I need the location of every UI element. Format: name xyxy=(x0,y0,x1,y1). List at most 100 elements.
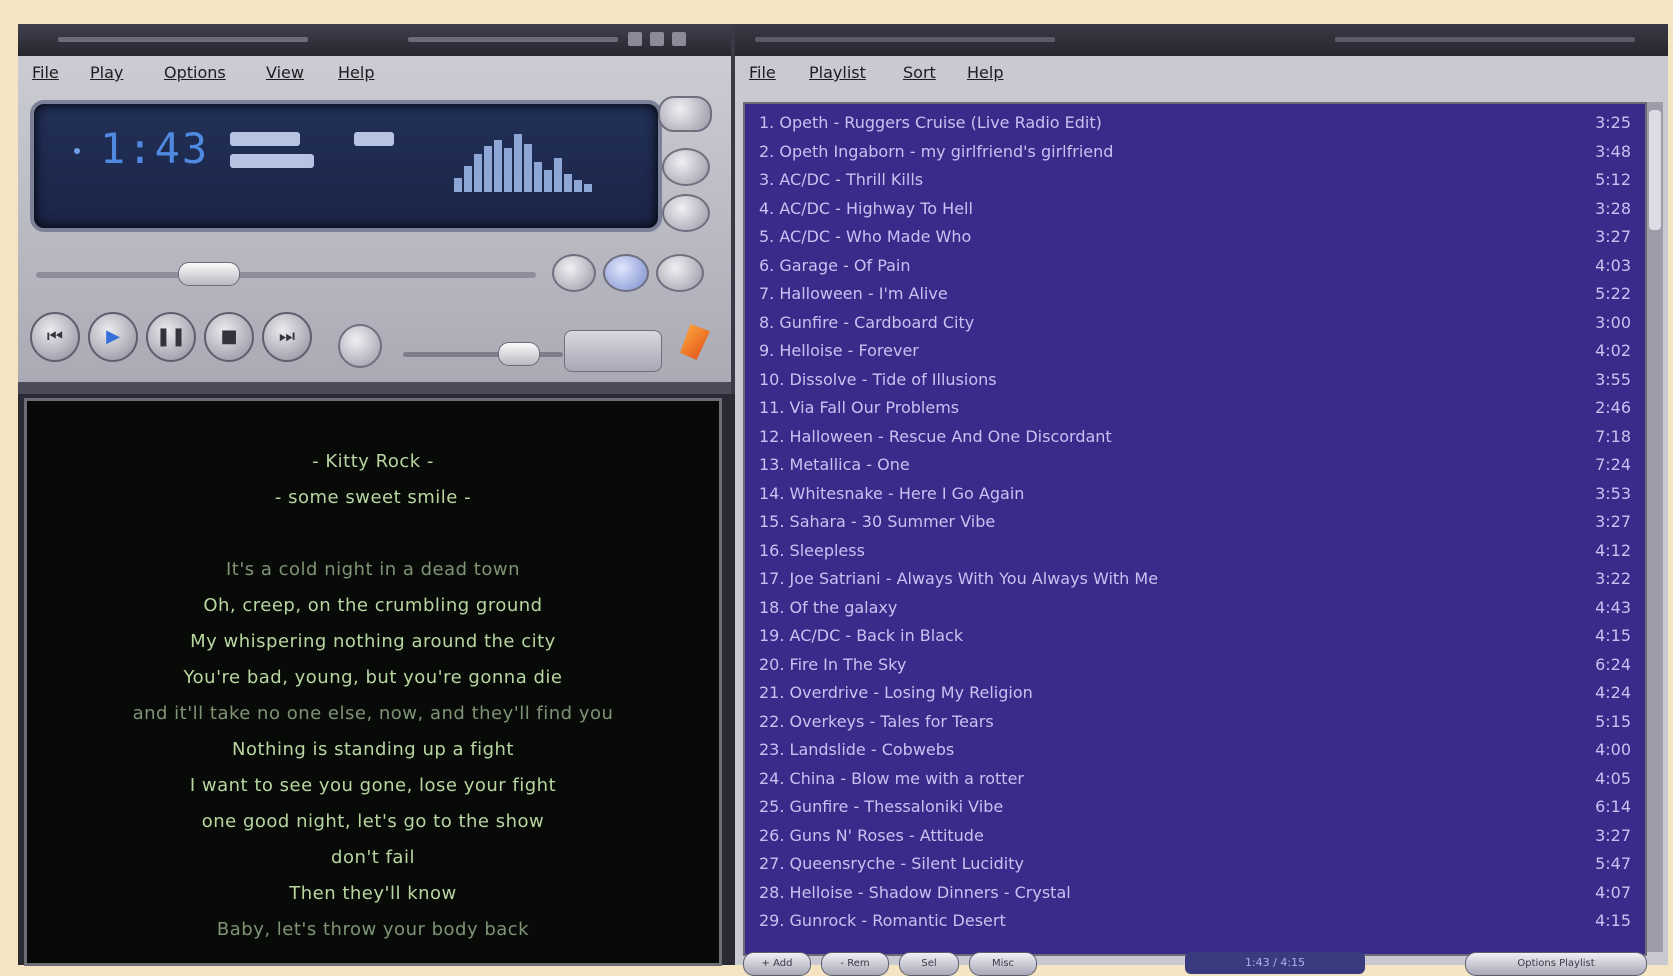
pl-menu-playlist[interactable]: Playlist xyxy=(809,63,866,82)
playlist-row[interactable]: 4. AC/DC - Highway To Hell 3:28 xyxy=(745,196,1645,224)
repeat-button[interactable] xyxy=(662,148,710,186)
pause-button[interactable]: ❚❚ xyxy=(146,312,196,362)
remove-button[interactable]: - Rem xyxy=(821,952,889,976)
playlist-row[interactable]: 20. Fire In The Sky 6:24 xyxy=(745,652,1645,680)
playlist-row[interactable]: 2. Opeth Ingaborn - my girlfriend's girl… xyxy=(745,139,1645,167)
pl-menu-sort[interactable]: Sort xyxy=(903,63,936,82)
list-options-button[interactable]: Options Playlist xyxy=(1465,952,1647,976)
playlist-row[interactable]: 7. Halloween - I'm Alive 5:22 xyxy=(745,281,1645,309)
menu-options[interactable]: Options xyxy=(164,63,226,82)
seek-knob[interactable] xyxy=(178,262,240,286)
menu-play[interactable]: Play xyxy=(90,63,123,82)
track-duration: 3:53 xyxy=(1595,483,1631,503)
shade-button[interactable] xyxy=(650,32,664,46)
playlist-row[interactable]: 5. AC/DC - Who Made Who 3:27 xyxy=(745,224,1645,252)
stereo-toggle[interactable] xyxy=(564,330,662,372)
playlist-row[interactable]: 16. Sleepless 4:12 xyxy=(745,538,1645,566)
track-duration: 2:46 xyxy=(1595,398,1631,417)
lyric-line: and it'll take no one else, now, and the… xyxy=(132,703,614,724)
track-duration: 3:55 xyxy=(1595,369,1631,389)
spectrum-visualizer[interactable] xyxy=(454,132,604,192)
prev-button[interactable]: ⏮ xyxy=(30,312,80,362)
lyric-line: Nothing is standing up a fight xyxy=(232,739,514,760)
menu-file[interactable]: File xyxy=(32,63,59,82)
playlist-row[interactable]: 27. Queensryche - Silent Lucidity 5:47 xyxy=(745,851,1645,879)
playlist-scrollbar[interactable] xyxy=(1647,102,1663,952)
track-duration: 4:00 xyxy=(1595,740,1631,759)
playlist-row[interactable]: 24. China - Blow me with a rotter 4:05 xyxy=(745,766,1645,794)
minimize-button[interactable] xyxy=(628,32,642,46)
pl-menu-file[interactable]: File xyxy=(749,63,776,82)
playlist-row[interactable]: 28. Helloise - Shadow Dinners - Crystal 4… xyxy=(745,880,1645,908)
track-title: 25. Gunfire - Thessaloniki Vibe xyxy=(759,797,1004,816)
track-duration: 6:14 xyxy=(1595,797,1631,816)
track-duration: 3:28 xyxy=(1595,198,1631,218)
track-duration: 3:22 xyxy=(1595,569,1631,588)
playlist-row[interactable]: 9. Helloise - Forever 4:02 xyxy=(745,338,1645,366)
shuffle-button[interactable] xyxy=(658,96,712,132)
scroll-thumb[interactable] xyxy=(1649,110,1661,230)
playlist-row[interactable]: 29. Gunrock - Romantic Desert 4:15 xyxy=(745,908,1645,936)
playlist-row[interactable]: 19. AC/DC - Back in Black 4:15 xyxy=(745,623,1645,651)
playlist-row[interactable]: 14. Whitesnake - Here I Go Again 3:53 xyxy=(745,481,1645,509)
lcd-display: 1:43 xyxy=(30,100,662,232)
track-duration: 3:25 xyxy=(1595,113,1631,132)
track-duration: 7:18 xyxy=(1595,426,1631,446)
playlist-row[interactable]: 1. Opeth - Ruggers Cruise (Live Radio Ed… xyxy=(745,110,1645,138)
track-duration: 4:43 xyxy=(1595,597,1631,617)
track-title: 12. Halloween - Rescue And One Discordan… xyxy=(759,426,1112,446)
player-titlebar[interactable] xyxy=(18,24,731,56)
playlist-row[interactable]: 11. Via Fall Our Problems 2:46 xyxy=(745,395,1645,423)
track-duration: 3:27 xyxy=(1595,512,1631,531)
lyric-line: - some sweet smile - xyxy=(274,487,472,508)
playlist-row[interactable]: 18. Of the galaxy 4:43 xyxy=(745,595,1645,623)
playlist-row[interactable]: 17. Joe Satriani - Always With You Alway… xyxy=(745,566,1645,594)
playlist-row[interactable]: 25. Gunfire - Thessaloniki Vibe 6:14 xyxy=(745,794,1645,822)
add-button[interactable]: + Add xyxy=(743,952,811,976)
elapsed-time[interactable]: 1:43 xyxy=(100,124,209,173)
next-button[interactable]: ⏭ xyxy=(262,312,312,362)
playlist-row[interactable]: 13. Metallica - One 7:24 xyxy=(745,452,1645,480)
playlist-row[interactable]: 8. Gunfire - Cardboard City 3:00 xyxy=(745,310,1645,338)
seek-bar[interactable] xyxy=(36,272,536,278)
lyric-line: It's a cold night in a dead town xyxy=(225,559,520,580)
lyric-line: don't fail xyxy=(331,847,415,868)
close-button[interactable] xyxy=(672,32,686,46)
track-title: 3. AC/DC - Thrill Kills xyxy=(759,170,924,189)
playlist-row[interactable]: 23. Landslide - Cobwebs 4:00 xyxy=(745,737,1645,765)
pl-menu-help[interactable]: Help xyxy=(967,63,1003,82)
playlist-window: File Playlist Sort Help 1. Opeth - Rugge… xyxy=(735,24,1668,976)
playlist-list[interactable]: 1. Opeth - Ruggers Cruise (Live Radio Ed… xyxy=(743,102,1647,956)
track-title: 17. Joe Satriani - Always With You Alway… xyxy=(759,569,1159,588)
eq-button[interactable] xyxy=(662,194,710,232)
playlist-row[interactable]: 15. Sahara - 30 Summer Vibe 3:27 xyxy=(745,509,1645,537)
balance-button[interactable] xyxy=(552,254,596,292)
misc-button[interactable]: Misc xyxy=(969,952,1037,976)
menu-view[interactable]: View xyxy=(266,63,304,82)
player-window: File Play Options View Help 1:43 ⏮ ▶ ❚❚ … xyxy=(18,24,735,394)
track-title: 27. Queensryche - Silent Lucidity xyxy=(759,854,1024,873)
stop-button[interactable]: ■ xyxy=(204,312,254,362)
track-duration: 4:12 xyxy=(1595,540,1631,560)
menu-help[interactable]: Help xyxy=(338,63,374,82)
playlist-row[interactable]: 22. Overkeys - Tales for Tears 5:15 xyxy=(745,709,1645,737)
play-button[interactable]: ▶ xyxy=(88,312,138,362)
playlist-row[interactable]: 3. AC/DC - Thrill Kills 5:12 xyxy=(745,167,1645,195)
track-duration: 3:27 xyxy=(1595,825,1631,845)
eject-button[interactable] xyxy=(338,324,382,368)
volume-knob[interactable] xyxy=(498,342,540,366)
playlist-row[interactable]: 6. Garage - Of Pain 4:03 xyxy=(745,253,1645,281)
playlist-row[interactable]: 10. Dissolve - Tide of Illusions 3:55 xyxy=(745,367,1645,395)
playlist-row[interactable]: 21. Overdrive - Losing My Religion 4:24 xyxy=(745,680,1645,708)
playlist-toggle[interactable] xyxy=(603,254,649,292)
track-duration: 5:22 xyxy=(1595,284,1631,303)
track-title: 24. China - Blow me with a rotter xyxy=(759,768,1024,788)
track-duration: 4:15 xyxy=(1595,626,1631,645)
playlist-titlebar[interactable] xyxy=(735,24,1668,56)
select-button[interactable]: Sel xyxy=(899,952,959,976)
track-duration: 4:02 xyxy=(1595,341,1631,360)
playlist-row[interactable]: 12. Halloween - Rescue And One Discordan… xyxy=(745,424,1645,452)
playlist-row[interactable]: 26. Guns N' Roses - Attitude 3:27 xyxy=(745,823,1645,851)
track-duration: 3:27 xyxy=(1595,227,1631,246)
minibrowser-toggle[interactable] xyxy=(656,254,704,292)
